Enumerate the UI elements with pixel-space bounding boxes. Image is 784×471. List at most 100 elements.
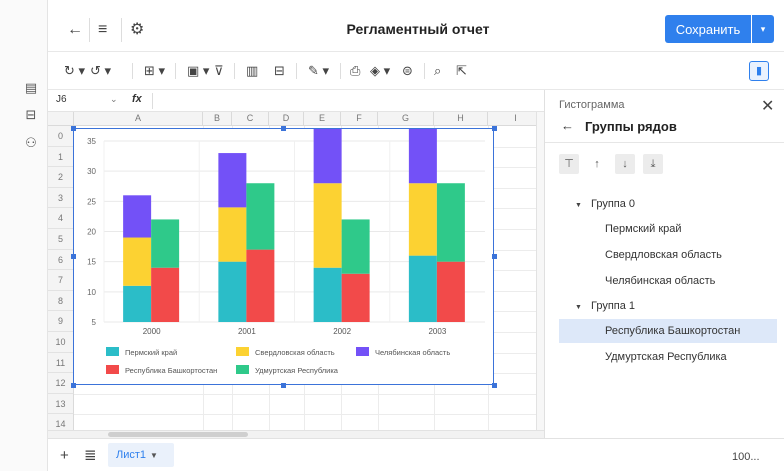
column-header[interactable]: G xyxy=(378,112,434,126)
row-header[interactable]: 9 xyxy=(48,311,74,332)
row-header[interactable]: 4 xyxy=(48,208,74,229)
back-arrow-icon[interactable]: ← xyxy=(561,118,574,133)
column-header[interactable]: B xyxy=(203,112,232,126)
tree-item-chelyabinsk[interactable]: Челябинская область xyxy=(559,269,777,293)
tree-item-perm[interactable]: Пермский край xyxy=(559,217,777,241)
gear-icon[interactable]: ⚙ xyxy=(130,22,144,38)
resize-handle[interactable] xyxy=(71,254,76,259)
vertical-scrollbar[interactable] xyxy=(536,112,544,430)
print-icon[interactable]: ⎙ xyxy=(350,64,360,78)
horizontal-scrollbar[interactable] xyxy=(48,430,544,438)
row-header[interactable]: 8 xyxy=(48,290,74,312)
row-header[interactable]: 14 xyxy=(48,414,74,430)
resize-handle[interactable] xyxy=(281,126,286,131)
menu-icon[interactable]: ≡ xyxy=(98,22,107,38)
tree-item-sverdlovsk[interactable]: Свердловская область xyxy=(559,243,777,267)
grid-line xyxy=(74,393,544,395)
row-header[interactable]: 7 xyxy=(48,270,74,291)
insert-icon[interactable]: ⊞ ▾ xyxy=(144,64,165,78)
fx-icon: fx xyxy=(132,93,142,105)
sheet-list-icon[interactable]: ≣ xyxy=(84,448,97,463)
resize-handle[interactable] xyxy=(281,383,286,388)
pin-icon[interactable]: ✎ ▾ xyxy=(308,64,329,78)
resize-handle[interactable] xyxy=(71,383,76,388)
divider xyxy=(424,63,425,79)
scroll-thumb[interactable] xyxy=(108,432,248,437)
legend-swatch xyxy=(356,347,369,356)
resize-handle[interactable] xyxy=(71,126,76,131)
search-icon[interactable]: ⌕ xyxy=(434,64,441,78)
y-tick-label: 5 xyxy=(92,318,97,327)
undo-icon[interactable]: ↻ ▾ xyxy=(64,64,85,78)
bar-segment xyxy=(408,183,437,256)
format-icon[interactable]: ⊜ xyxy=(402,64,413,78)
download-icon[interactable]: ⤓ xyxy=(643,154,663,174)
panel-toggle-icon[interactable]: ▮ xyxy=(749,61,769,81)
column-header[interactable]: D xyxy=(269,112,304,126)
x-tick-label: 2003 xyxy=(428,327,446,336)
resize-handle[interactable] xyxy=(492,126,497,131)
row-header[interactable]: 13 xyxy=(48,393,74,415)
resize-handle[interactable] xyxy=(492,254,497,259)
tree-group-0[interactable]: Группа 0 xyxy=(591,192,771,216)
redo-icon[interactable]: ↺ ▾ xyxy=(90,64,111,78)
save-button[interactable]: Сохранить xyxy=(665,15,751,43)
bar-segment xyxy=(151,267,180,322)
row-header[interactable]: 5 xyxy=(48,229,74,250)
bar-segment xyxy=(313,122,342,184)
row-header[interactable]: 6 xyxy=(48,249,74,271)
y-tick-label: 35 xyxy=(87,137,96,146)
row-header[interactable]: 11 xyxy=(48,352,74,374)
select-all-corner[interactable] xyxy=(48,112,74,126)
cell-reference[interactable]: J6 xyxy=(56,94,67,105)
sheet-tab[interactable]: Лист1 ▼ xyxy=(108,443,174,467)
column-header[interactable]: A xyxy=(74,112,203,126)
bar-segment xyxy=(123,195,152,238)
caret-down-icon[interactable]: ▼ xyxy=(575,202,582,209)
row-header[interactable]: 2 xyxy=(48,167,74,188)
row-header[interactable]: 3 xyxy=(48,187,74,209)
move-down-icon[interactable]: ↓ xyxy=(615,154,635,174)
chevron-down-icon[interactable]: ⌄ xyxy=(110,94,118,105)
tree-group-1[interactable]: Группа 1 xyxy=(591,294,771,318)
x-tick-label: 2002 xyxy=(333,327,351,336)
tree-item-udmurtia[interactable]: Удмуртская Республика xyxy=(559,345,777,369)
row-header[interactable]: 10 xyxy=(48,332,74,353)
table-icon[interactable]: ▥ xyxy=(246,64,258,78)
resize-handle[interactable] xyxy=(492,383,497,388)
move-up-icon[interactable]: ↑ xyxy=(587,154,607,174)
column-header[interactable]: E xyxy=(304,112,341,126)
zoom-level[interactable]: 100... xyxy=(732,451,760,463)
divider xyxy=(296,63,297,79)
sheet-tab-label: Лист1 xyxy=(116,449,147,461)
legend-label: Республика Башкортостан xyxy=(125,366,217,375)
list-icon[interactable]: ▤ xyxy=(23,80,39,96)
rows-icon[interactable]: ⊟ xyxy=(274,64,285,78)
add-sheet-icon[interactable]: + xyxy=(60,448,69,463)
column-header[interactable]: C xyxy=(232,112,269,126)
chart-insert-icon[interactable]: ▣ ▾ xyxy=(187,64,209,78)
export-icon[interactable]: ⇱ xyxy=(456,64,467,78)
chevron-down-icon[interactable]: ▼ xyxy=(150,451,158,460)
back-arrow-icon[interactable]: ← xyxy=(67,22,83,38)
hierarchy-icon[interactable]: ⚇ xyxy=(23,135,39,151)
filter-icon[interactable]: ⊽ xyxy=(214,64,224,78)
column-header[interactable]: H xyxy=(434,112,488,126)
stacked-bar-chart[interactable]: 5 10 15 20 25 30 35 2000 2001 2002 2003 Пермский кр… xyxy=(74,116,495,386)
add-group-icon[interactable]: ⊤ xyxy=(559,154,579,174)
row-header[interactable]: 1 xyxy=(48,146,74,168)
legend-swatch xyxy=(106,365,119,374)
close-icon[interactable]: ✕ xyxy=(761,96,774,116)
layers-icon[interactable]: ⊟ xyxy=(23,107,39,123)
divider xyxy=(152,93,153,109)
legend-label: Свердловская область xyxy=(255,348,335,357)
left-rail: ▤ ⊟ ⚇ xyxy=(0,0,48,471)
chart-frame[interactable]: 5 10 15 20 25 30 35 2000 2001 2002 2003 Пермский кр… xyxy=(73,116,495,386)
x-tick-label: 2000 xyxy=(143,327,161,336)
caret-down-icon[interactable]: ▼ xyxy=(575,304,582,311)
fill-icon[interactable]: ◈ ▾ xyxy=(370,64,390,78)
save-dropdown-button[interactable]: ▾ xyxy=(752,15,774,43)
bar-segment xyxy=(246,183,275,250)
tree-item-bashkortostan[interactable]: Республика Башкортостан xyxy=(559,319,777,343)
column-header[interactable]: F xyxy=(341,112,378,126)
